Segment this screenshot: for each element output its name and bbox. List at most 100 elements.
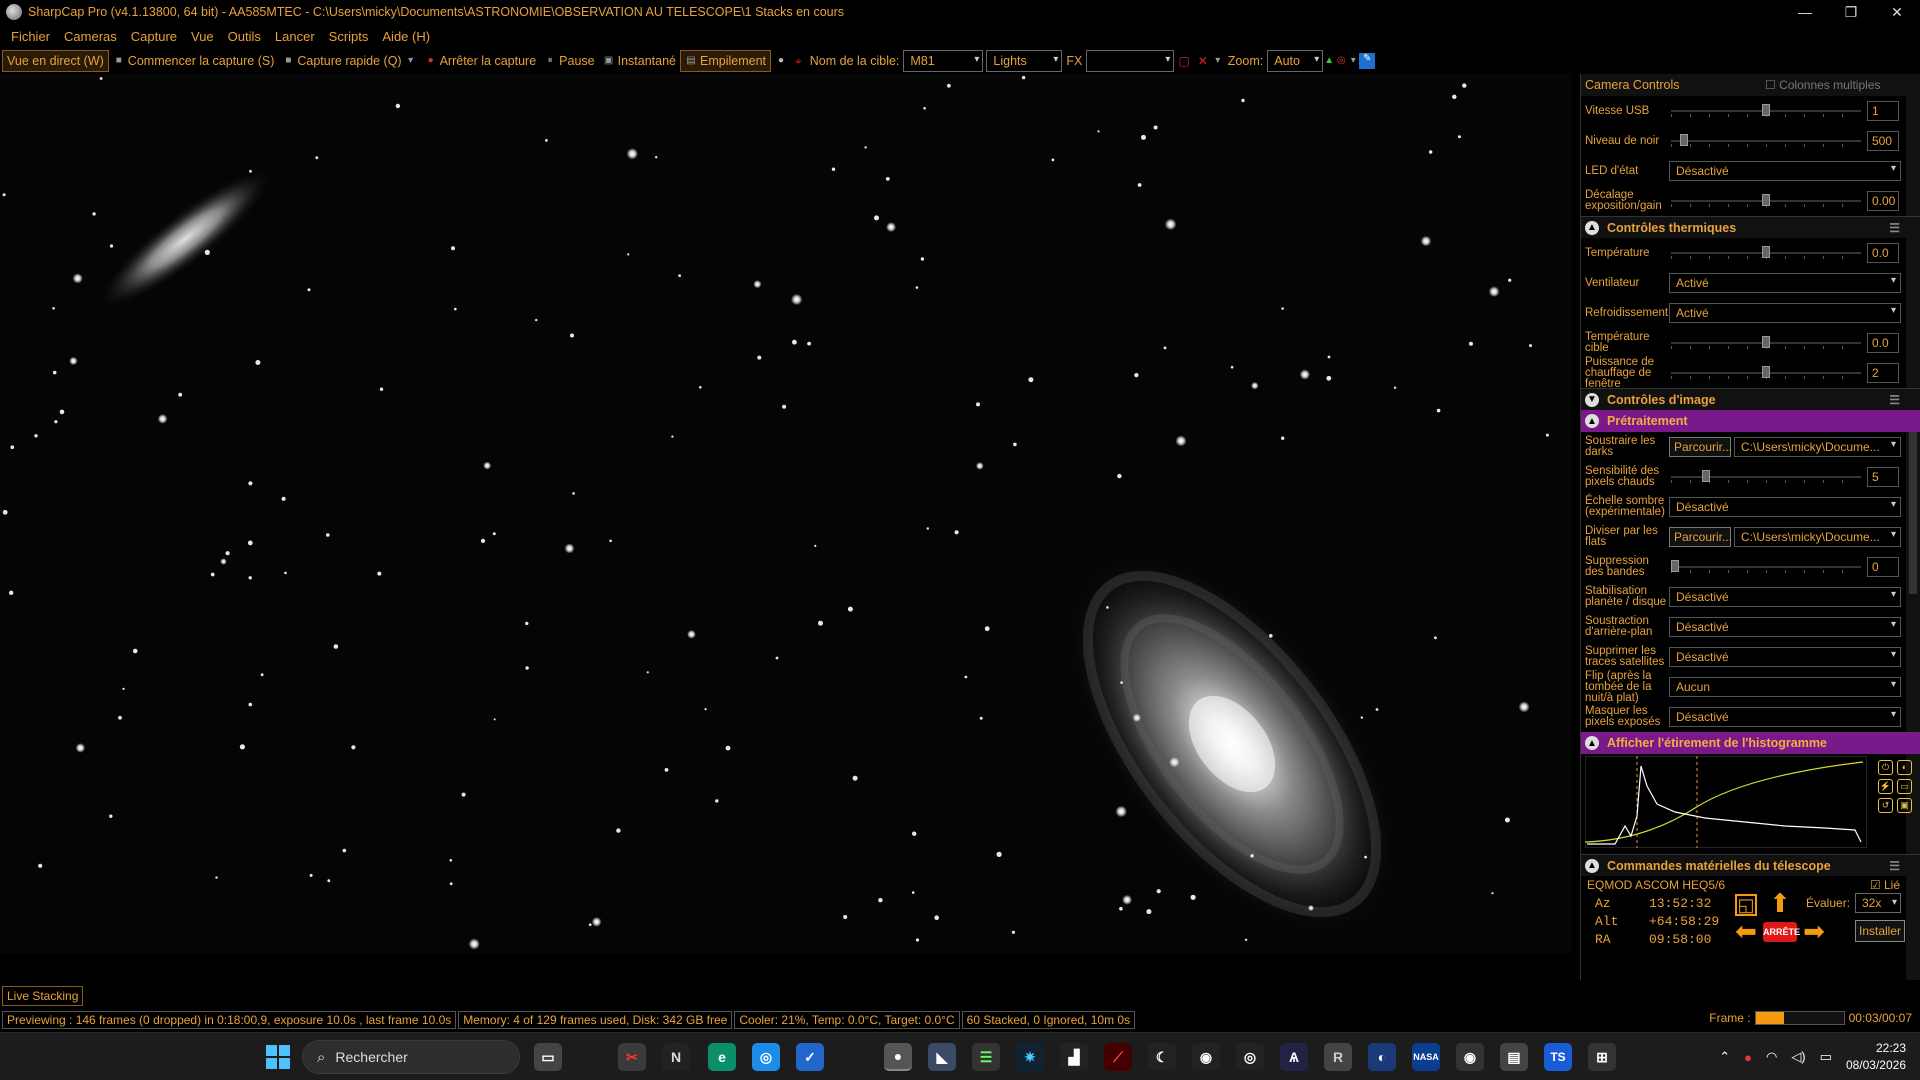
reset-icon[interactable]: ↺ — [1878, 798, 1893, 813]
pause-button[interactable]: ⏸ Pause — [540, 50, 598, 72]
sharpcap-taskbar-icon[interactable]: ● — [884, 1043, 912, 1071]
moon-app-icon[interactable]: ☾ — [1148, 1043, 1176, 1071]
sky-app-icon[interactable]: ⟋ — [1104, 1043, 1132, 1071]
snapshot-button[interactable]: ▣ Instantané — [599, 50, 680, 72]
darks-path-dropdown[interactable]: C:\Users\micky\Docume... — [1734, 437, 1901, 457]
file-app-icon[interactable]: ▤ — [1500, 1043, 1528, 1071]
power-icon[interactable]: ⏻ — [1878, 760, 1893, 775]
cooling-dropdown[interactable]: Activé — [1669, 303, 1901, 323]
update-icon[interactable]: ● — [1744, 1050, 1752, 1065]
spiral-app-icon[interactable]: ◉ — [1192, 1043, 1220, 1071]
temperature-value[interactable]: 0.0 — [1867, 243, 1899, 263]
flip-dropdown[interactable]: Aucun — [1669, 677, 1901, 697]
flats-path-dropdown[interactable]: C:\Users\micky\Docume... — [1734, 527, 1901, 547]
hot-pixel-slider[interactable] — [1671, 470, 1861, 484]
window-app-icon[interactable]: ▟ — [1060, 1043, 1088, 1071]
install-button[interactable]: Installer — [1855, 920, 1905, 942]
zoom-icon[interactable]: ◎ — [1335, 55, 1347, 67]
black-level-value[interactable]: 500 — [1867, 131, 1899, 151]
stop-mount-button[interactable]: ARRÊTE — [1763, 922, 1800, 942]
banding-value[interactable]: 0 — [1867, 557, 1899, 577]
chevron-up-icon[interactable]: ▲ — [1585, 414, 1599, 428]
heater-power-slider[interactable] — [1671, 366, 1861, 380]
star-app-icon[interactable]: ✷ — [1016, 1043, 1044, 1071]
chevron-down-icon[interactable]: ▾ — [1347, 55, 1359, 67]
taskbar-search[interactable]: ⌕ Rechercher — [302, 1040, 520, 1074]
usb-speed-value[interactable]: 1 — [1867, 101, 1899, 121]
chevron-down-icon[interactable]: ▼ — [1585, 392, 1599, 407]
minimize-button[interactable]: — — [1782, 0, 1828, 24]
auto-stretch-icon[interactable]: ⚡ — [1878, 779, 1893, 794]
move-west-button[interactable]: ⬅ — [1733, 918, 1759, 944]
battery-icon[interactable]: ▭ — [1820, 1049, 1832, 1065]
target-temp-value[interactable]: 0.0 — [1867, 333, 1899, 353]
darks-browse-button[interactable]: Parcourir... — [1669, 437, 1732, 457]
clock[interactable]: 22:23 08/03/2026 — [1846, 1040, 1906, 1074]
stacking-app-icon[interactable]: ◣ — [928, 1043, 956, 1071]
frame-type-combo[interactable]: Lights — [986, 50, 1063, 72]
annotate-icon[interactable]: ✎ — [1359, 53, 1376, 69]
save-icon[interactable]: ▣ — [1897, 798, 1912, 813]
eye-app-icon[interactable]: ◎ — [1236, 1043, 1264, 1071]
menu-capture[interactable]: Capture — [124, 29, 184, 44]
banding-slider[interactable] — [1671, 560, 1861, 574]
pen-app-icon[interactable]: ✓ — [796, 1043, 824, 1071]
usb-speed-slider[interactable] — [1671, 104, 1861, 118]
start-capture-button[interactable]: ■ Commencer la capture (S) — [109, 50, 279, 72]
dark-scale-dropdown[interactable]: Désactivé — [1669, 497, 1901, 517]
fan-dropdown[interactable]: Activé — [1669, 273, 1901, 293]
windows-start-icon[interactable] — [266, 1045, 290, 1069]
stop-capture-button[interactable]: ● Arrêter la capture — [421, 50, 541, 72]
hamburger-icon[interactable]: ☰ — [1889, 859, 1900, 873]
menu-vue[interactable]: Vue — [184, 29, 221, 44]
target-name-combo[interactable]: M81 — [903, 50, 984, 72]
planet-stab-dropdown[interactable]: Désactivé — [1669, 587, 1901, 607]
color-app-icon[interactable]: ☰ — [972, 1043, 1000, 1071]
flats-browse-button[interactable]: Parcourir... — [1669, 527, 1732, 547]
fx-combo[interactable] — [1086, 50, 1175, 72]
lock-icon[interactable]: ▭ — [1897, 779, 1912, 794]
menu-aide[interactable]: Aide (H) — [375, 29, 437, 44]
chevron-up-icon[interactable]: ▲ — [1585, 736, 1599, 750]
grid-app-icon[interactable]: ⊞ — [1588, 1043, 1616, 1071]
task-view-icon[interactable]: ▭ — [534, 1043, 562, 1071]
edge-icon[interactable]: e — [708, 1043, 736, 1071]
volume-icon[interactable]: ◁) — [1791, 1049, 1805, 1065]
histogram-display[interactable]: ⏻ ◐ ⚡ ▭ ↺ ▣ — [1585, 756, 1916, 852]
nasa-icon[interactable]: NASA — [1412, 1043, 1440, 1071]
black-level-slider[interactable] — [1671, 134, 1861, 148]
histogram-icon[interactable]: ▲ — [1323, 55, 1335, 67]
notion-icon[interactable]: N — [662, 1043, 690, 1071]
multi-columns-checkbox[interactable]: ☐ Colonnes multiples — [1765, 78, 1880, 92]
hot-pixel-value[interactable]: 5 — [1867, 467, 1899, 487]
move-north-button[interactable]: ⬆ — [1767, 890, 1793, 916]
contrast-icon[interactable]: ◐ — [1897, 760, 1912, 775]
camera-app-icon[interactable]: ◉ — [1456, 1043, 1484, 1071]
status-led-dropdown[interactable]: Désactivé — [1669, 161, 1901, 181]
crosshair-icon[interactable]: ✕ — [1194, 54, 1212, 68]
exposure-gain-value[interactable]: 0.00 — [1867, 191, 1899, 211]
menu-cameras[interactable]: Cameras — [57, 29, 124, 44]
temperature-slider[interactable] — [1671, 246, 1861, 260]
hamburger-icon[interactable]: ☰ — [1889, 221, 1900, 235]
chat-app-icon[interactable]: ◎ — [752, 1043, 780, 1071]
close-button[interactable]: ✕ — [1874, 0, 1920, 24]
chevron-up-icon[interactable]: ▲ — [1585, 220, 1599, 235]
image-controls-header[interactable]: ▼ Contrôles d'image ☰ — [1581, 388, 1920, 410]
image-viewport[interactable] — [0, 74, 1572, 954]
chevron-down-icon[interactable]: ▾ — [405, 55, 417, 67]
mask-pixels-dropdown[interactable]: Désactivé — [1669, 707, 1901, 727]
planetarium-app-icon[interactable]: ◐ — [1368, 1043, 1396, 1071]
exposure-gain-slider[interactable] — [1671, 194, 1861, 208]
chevron-down-icon[interactable]: ▾ — [1212, 55, 1224, 67]
stacking-button[interactable]: ▤ Empilement — [680, 50, 772, 72]
chevron-up-icon[interactable]: ▲ — [1585, 858, 1599, 873]
zoom-combo[interactable]: Auto — [1267, 50, 1324, 72]
histogram-header[interactable]: ▲ Afficher l'étirement de l'histogramme — [1581, 732, 1920, 754]
menu-outils[interactable]: Outils — [221, 29, 268, 44]
maximize-button[interactable]: ❐ — [1828, 0, 1874, 24]
chevron-up-icon[interactable]: ⌃ — [1719, 1049, 1730, 1065]
astro-app-icon[interactable]: Ѧ — [1280, 1043, 1308, 1071]
move-east-button[interactable]: ➡ — [1801, 918, 1827, 944]
hamburger-icon[interactable]: ☰ — [1889, 393, 1900, 407]
